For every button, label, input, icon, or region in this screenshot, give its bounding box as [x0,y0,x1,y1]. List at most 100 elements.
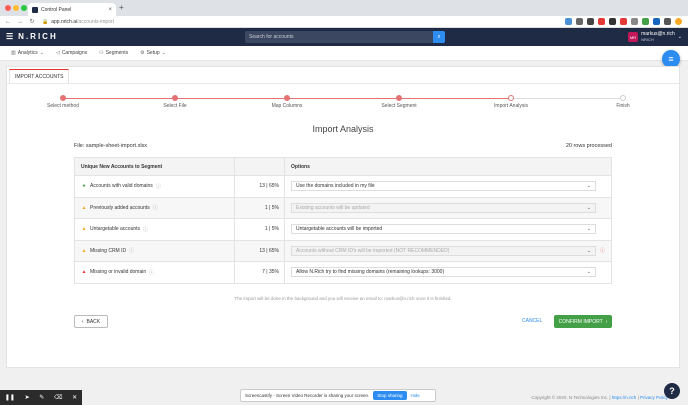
row-count: 1 | 5% [234,197,285,218]
extension-icon[interactable] [664,18,671,25]
row-count: 7 | 35% [234,262,285,283]
reload-icon[interactable]: ↻ [28,18,36,25]
option-select[interactable]: Use the domains included in my file ⌄ [291,181,596,192]
column-header [234,158,285,175]
info-icon[interactable]: ⓘ [149,269,154,276]
nav-label: Setup [146,50,160,56]
row-option-cell: Use the domains included in my file ⌄ [285,176,611,197]
confirm-button-label: CONFIRM IMPORT [558,318,603,325]
profile-icon[interactable] [675,18,682,25]
gear-icon: ⚙ [140,50,145,56]
row-label-cell: ▲ Previously added accounts ⓘ [75,198,234,219]
row-option-cell: Allow N.Rich try to find missing domains… [285,262,611,283]
row-count: 13 | 65% [234,176,285,197]
extension-icon[interactable] [576,18,583,25]
nav-item-analytics[interactable]: ▥ Analytics ⌄ [11,50,44,56]
info-icon[interactable]: ⓘ [153,204,158,211]
minimize-window-button[interactable] [13,5,19,11]
url-path: /accounts-import [77,18,115,25]
search-input[interactable] [249,31,429,43]
import-card: IMPORT ACCOUNTS Select method Select Fil… [6,66,680,368]
chevron-left-icon: ‹ [81,318,84,325]
extension-icon[interactable] [653,18,660,25]
screencast-toolbar: ❚❚ ➤ ✎ ⌫ ✕ [0,390,82,405]
table-header-row: Unique New Accounts to Segment Options [75,158,611,175]
lock-icon: 🔒 [42,18,49,25]
extension-icon[interactable] [620,18,627,25]
logo[interactable]: ☰ N.RICH [6,32,58,41]
stepper: Select method Select File Map Columns Se… [7,93,679,113]
close-icon[interactable]: ✕ [72,394,77,401]
nav-item-campaigns[interactable]: ◁ Campaigns [56,50,87,56]
user-info: markus@n.rich NRICH [641,31,675,43]
maximize-window-button[interactable] [21,5,27,11]
bar-chart-icon: ▥ [11,50,16,56]
step-label: Map Columns [271,103,303,109]
search-icon[interactable]: ⌕ [433,31,445,43]
pen-icon[interactable]: ✎ [39,394,44,401]
warning-icon: ▲ [81,247,87,254]
extension-icon[interactable] [565,18,572,25]
step-label: Import Analysis [494,103,528,109]
user-menu[interactable]: MR markus@n.rich NRICH ⌄ [628,31,682,43]
table-row: ▲ Missing or invalid domain ⓘ 7 | 35% Al… [75,261,611,283]
stop-sharing-button[interactable]: Stop sharing [373,391,407,400]
extension-icon[interactable] [631,18,638,25]
page-tab-import-accounts[interactable]: IMPORT ACCOUNTS [9,69,70,83]
table-row: ▲ Previously added accounts ⓘ 1 | 5% Exi… [75,196,611,219]
extension-icon[interactable] [642,18,649,25]
chevron-right-icon: › [605,318,608,325]
browser-tab[interactable]: Control Panel × [28,3,116,16]
nav-label: Segments [105,50,129,56]
search-box: ⌕ [245,31,445,43]
favicon-icon [32,6,38,13]
nav-label: Analytics [17,50,38,56]
option-select[interactable]: Allow N.Rich try to find missing domains… [291,267,596,278]
website-link[interactable]: https://n.rich [612,395,637,400]
alert-icon[interactable]: ⓘ [600,247,605,254]
nav-item-setup[interactable]: ⚙ Setup ⌄ [140,50,166,56]
row-label: Missing or invalid domain [90,269,147,276]
hide-button[interactable]: Hide [411,393,420,398]
row-label-cell: ● Accounts with valid domains ⓘ [75,176,234,197]
option-select[interactable]: Untargetable accounts will be imported ⌄ [291,224,596,235]
avatar: MR [628,32,639,42]
help-button[interactable]: ? [664,383,680,399]
table-row: ▲ Untargetable accounts ⓘ 1 | 5% Untarge… [75,218,611,240]
privacy-link[interactable]: Privacy Policy [640,395,668,400]
analysis-table: Unique New Accounts to Segment Options ●… [74,157,612,284]
back-arrow-icon[interactable]: ← [4,19,12,25]
step-dot [284,95,290,101]
chevron-down-icon: ⌄ [586,226,591,233]
eraser-icon[interactable]: ⌫ [54,394,62,401]
nav-item-segments[interactable]: ⚇ Segments [99,50,128,56]
cancel-button[interactable]: CANCEL [522,318,542,324]
option-select[interactable]: Existing accounts will be updated ⌄ [291,202,596,213]
extension-icon[interactable] [609,18,616,25]
error-icon: ▲ [81,269,87,276]
option-value: Allow N.Rich try to find missing domains… [296,269,445,276]
back-button[interactable]: ‹ BACK [74,315,108,328]
info-icon[interactable]: ⓘ [129,247,134,254]
close-window-button[interactable] [5,5,11,11]
info-icon[interactable]: ⓘ [143,226,148,233]
extension-icon[interactable] [587,18,594,25]
info-icon[interactable]: ⓘ [156,183,161,190]
step-dot [396,95,402,101]
extension-icon[interactable] [598,18,605,25]
option-value: Use the domains included in my file [296,183,375,190]
close-tab-icon[interactable]: × [108,7,112,13]
new-tab-icon[interactable]: + [119,3,124,12]
warning-icon: ▲ [81,226,87,233]
forward-arrow-icon[interactable]: → [16,19,24,25]
cursor-icon[interactable]: ➤ [25,394,30,401]
address-bar: ← → ↻ 🔒 app.nrich.ai/accounts-import [0,16,688,28]
row-label-cell: ▲ Untargetable accounts ⓘ [75,219,234,240]
pause-icon[interactable]: ❚❚ [5,394,15,401]
confirm-import-button[interactable]: CONFIRM IMPORT › [554,315,612,328]
nav-label: Campaigns [61,50,88,56]
url-field[interactable]: 🔒 app.nrich.ai/accounts-import [42,19,114,25]
option-select[interactable]: Accounts without CRM ID's will be import… [291,245,596,256]
table-row: ● Accounts with valid domains ⓘ 13 | 65%… [75,175,611,197]
divider [7,83,679,84]
